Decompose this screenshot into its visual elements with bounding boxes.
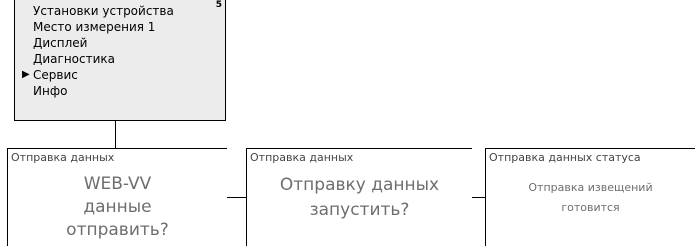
panel-message: WEB-VV данные отправить? (8, 173, 227, 242)
panel-message-line: Отправку данных (279, 175, 440, 195)
start-data-send-panel: Отправка данных Отправку данных запустит… (246, 148, 472, 246)
panel-message: Отправку данных запустить? (247, 173, 472, 223)
panel-title: Отправка данных статуса (489, 151, 641, 164)
menu-item-label: Диагностика (33, 52, 116, 66)
menu-item-diagnostics[interactable]: ▶ Диагностика (33, 51, 174, 67)
menu-item-label: Инфо (33, 84, 68, 98)
menu-item-info[interactable]: ▶ Инфо (33, 83, 174, 99)
menu-item-label: Дисплей (33, 36, 88, 50)
panel-message-line: готовится (561, 201, 620, 214)
panel-message-line: запустить? (309, 200, 410, 220)
page-number: 5 (215, 0, 222, 10)
connector-panel-1-2 (227, 197, 246, 198)
connector-vertical (115, 121, 116, 148)
menu-item-device-settings[interactable]: ▶ Установки устройства (33, 3, 174, 19)
panel-message-line: Отправка извещений (528, 181, 653, 194)
panel-message-line: данные (83, 197, 152, 217)
menu-item-label: Установки устройства (33, 4, 174, 18)
menu-item-measurement-point[interactable]: ▶ Место измерения 1 (33, 19, 174, 35)
panel-message: Отправка извещений готовится (486, 178, 695, 218)
panel-title: Отправка данных (250, 151, 354, 164)
menu-item-label: Место измерения 1 (33, 20, 156, 34)
selector-arrow-icon: ▶ (22, 69, 30, 80)
menu-item-label: Сервис (33, 68, 78, 82)
send-data-web-panel: Отправка данных WEB-VV данные отправить? (7, 148, 227, 246)
panel-message-line: отправить? (66, 220, 169, 240)
panel-title: Отправка данных (11, 151, 115, 164)
menu-item-display[interactable]: ▶ Дисплей (33, 35, 174, 51)
status-send-panel: Отправка данных статуса Отправка извещен… (485, 148, 695, 246)
menu-item-service[interactable]: ▶ Сервис (22, 67, 174, 83)
main-menu-display: ▶ Установки устройства ▶ Место измерения… (14, 0, 226, 121)
panel-message-line: WEB-VV (83, 174, 152, 194)
main-menu-list: ▶ Установки устройства ▶ Место измерения… (22, 3, 174, 99)
